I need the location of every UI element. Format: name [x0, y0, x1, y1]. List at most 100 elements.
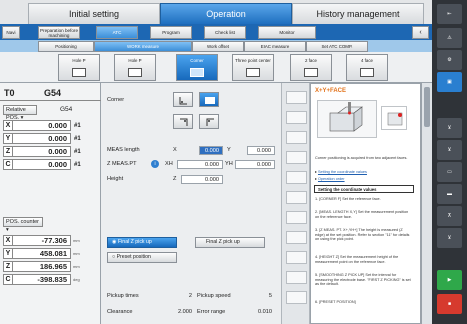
- shortcut-strip: [281, 83, 310, 324]
- meas-x-label: X: [173, 147, 177, 153]
- stop-icon[interactable]: ■: [437, 294, 462, 314]
- zmeas-yh-input[interactable]: 0.000: [235, 160, 275, 169]
- corner-button-bottom-left[interactable]: [173, 114, 193, 129]
- tab-program[interactable]: Program: [150, 26, 192, 39]
- start-icon[interactable]: ▶: [437, 270, 462, 290]
- pickup-times-input[interactable]: 2: [155, 292, 195, 301]
- tool-icon[interactable]: ⚙: [437, 50, 462, 70]
- probe-icon[interactable]: ⊻: [437, 140, 462, 160]
- tab-set-atc-comp[interactable]: Set ATC COMP.: [306, 41, 368, 52]
- zmeas-xh-input[interactable]: 0.000: [177, 160, 223, 169]
- tab-corner[interactable]: Corner: [176, 54, 218, 81]
- tab-monitor[interactable]: Monitor: [258, 26, 316, 39]
- tab-2-face[interactable]: 2 face: [290, 54, 332, 81]
- error-range-input[interactable]: 0.010: [241, 308, 275, 317]
- strip-slot[interactable]: [286, 171, 307, 184]
- pos-counter-dropdown[interactable]: POS. counter ▾: [3, 217, 43, 233]
- preset-position-option[interactable]: ○ Preset position: [107, 252, 177, 263]
- help-intro: Corner positioning is acquired from two …: [315, 156, 408, 160]
- corner-button-top-left[interactable]: [173, 92, 193, 107]
- tab-operation[interactable]: Operation: [160, 3, 292, 24]
- radio-icon: ◉: [112, 239, 117, 245]
- clearance-input[interactable]: 2.000: [155, 308, 195, 317]
- help-scrollbar[interactable]: [421, 83, 432, 324]
- height-z-input[interactable]: 0.000: [181, 175, 223, 184]
- help-item-2: 2. [MEAS. LENGTH X,Y] Set the measuremen…: [315, 210, 409, 219]
- sub-tab-bar: Hole P Hole P Corner Three point center …: [0, 52, 432, 83]
- tab-check-list[interactable]: Check list: [204, 26, 246, 39]
- tab-positioning[interactable]: Positioning: [38, 41, 94, 52]
- hole-icon: [72, 68, 86, 78]
- radio-icon: ○: [112, 254, 116, 260]
- corner-tl-icon: [179, 97, 187, 105]
- height-label: Height: [107, 176, 124, 182]
- strip-slot[interactable]: [286, 131, 307, 144]
- measure-icon[interactable]: ⊻: [437, 118, 462, 138]
- table-icon[interactable]: ▭: [437, 162, 462, 182]
- top-tab-bar: Initial setting Operation History manage…: [0, 0, 432, 24]
- corner-diagram-icon: [329, 102, 363, 132]
- cnt-row-c: C -398.835 deg: [3, 274, 98, 285]
- tab-history-management[interactable]: History management: [292, 3, 424, 24]
- help-title: X+Y+FACE: [315, 88, 347, 94]
- help-section-header: Setting the coordinate values: [314, 185, 414, 193]
- tab-hole-p-1[interactable]: Hole P: [58, 54, 100, 81]
- relative-pos-g: G54: [60, 106, 73, 113]
- help-item-1: 1. [CORNER F] Set the reference face.: [315, 197, 381, 201]
- pickup-speed-input[interactable]: 5: [241, 292, 275, 301]
- alarm-icon[interactable]: ⚠: [437, 28, 462, 48]
- help-thumbnail: [381, 106, 407, 130]
- help-link-2[interactable]: ▸ Operation order: [315, 177, 411, 182]
- sub-tab-label: 4 face: [361, 57, 373, 63]
- strip-slot[interactable]: [286, 231, 307, 244]
- rel-row-y: Y 0.000 #1: [3, 133, 98, 144]
- corner-bl-icon: [180, 118, 188, 126]
- corner-button-top-right[interactable]: [199, 92, 219, 107]
- lock-icon[interactable]: ▣: [437, 72, 462, 92]
- spindle-icon[interactable]: ⊻: [437, 228, 462, 248]
- strip-slot[interactable]: [286, 251, 307, 264]
- measure-tab-bar: Positioning WORK measure Work offset EIA…: [0, 40, 432, 52]
- display-icon[interactable]: ▬: [437, 184, 462, 204]
- strip-slot[interactable]: [286, 291, 307, 304]
- jog-icon[interactable]: ⊼: [437, 206, 462, 226]
- tab-hole-p-2[interactable]: Hole P: [114, 54, 156, 81]
- tab-preparation[interactable]: Preparation before machining: [38, 26, 80, 39]
- collapse-icon[interactable]: ‹: [412, 26, 429, 39]
- strip-slot[interactable]: [286, 191, 307, 204]
- help-link-1[interactable]: ▸ Setting the coordinate values: [315, 170, 411, 175]
- strip-slot[interactable]: [286, 91, 307, 104]
- four-face-icon: [360, 68, 374, 78]
- tab-three-point-center[interactable]: Three point center: [232, 54, 274, 81]
- meas-y-input[interactable]: 0.000: [247, 146, 275, 155]
- info-icon[interactable]: i: [151, 160, 159, 168]
- cnt-row-z: Z 186.965 mm: [3, 261, 98, 272]
- corner-icon: [190, 68, 204, 78]
- meas-x-input[interactable]: 0.000: [199, 146, 223, 155]
- tab-work-measure[interactable]: WORK measure: [94, 41, 192, 52]
- tab-atc[interactable]: ATC: [96, 26, 138, 39]
- strip-slot[interactable]: [286, 151, 307, 164]
- height-z-label: Z: [173, 176, 177, 182]
- strip-slot[interactable]: [286, 111, 307, 124]
- scroll-thumb[interactable]: [424, 87, 430, 127]
- meas-y-label: Y: [227, 147, 231, 153]
- strip-slot[interactable]: [286, 211, 307, 224]
- tab-eiac-measure[interactable]: EIAC measure: [244, 41, 306, 52]
- help-item-3: 3. [Z MEAS. PT. X+,YH+] The height is me…: [315, 228, 410, 242]
- corner-button-bottom-right[interactable]: [199, 114, 219, 129]
- final-z-pickup-option-2[interactable]: Final Z pick up: [195, 237, 265, 248]
- help-item-6: 6. [PRESET POSITION]: [315, 300, 356, 304]
- tab-initial-setting[interactable]: Initial setting: [28, 3, 160, 24]
- rel-row-z: Z 0.000 #1: [3, 146, 98, 157]
- tab-4-face[interactable]: 4 face: [346, 54, 388, 81]
- tab-navi[interactable]: Navi: [2, 26, 20, 39]
- relative-pos-dropdown[interactable]: Relative POS. ▾: [3, 105, 37, 121]
- hole-icon: [128, 68, 142, 78]
- tab-work-offset[interactable]: Work offset: [192, 41, 244, 52]
- final-z-pickup-option-1[interactable]: ◉ Final Z pick up: [107, 237, 177, 248]
- sub-tab-label: Hole P: [128, 57, 142, 63]
- back-icon[interactable]: ⇤: [437, 4, 462, 24]
- sub-tab-label: 2 face: [305, 57, 317, 63]
- strip-slot[interactable]: [286, 271, 307, 284]
